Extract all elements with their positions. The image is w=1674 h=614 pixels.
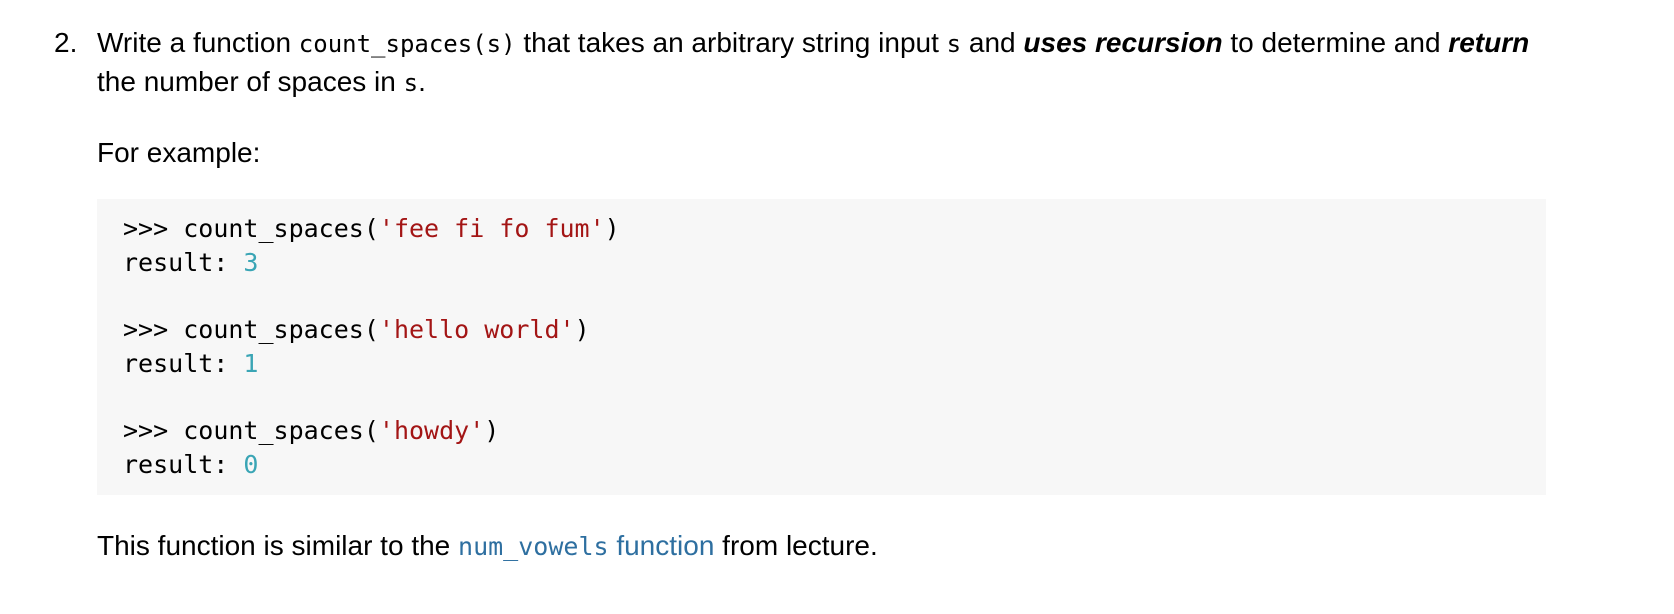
code-line: >>> count_spaces('howdy') — [123, 416, 500, 446]
problem-number: 2. — [54, 27, 78, 58]
example-label: For example: — [97, 137, 261, 168]
code-line: >>> count_spaces('fee fi fo fum') — [123, 214, 620, 243]
note-suffix: from lecture. — [714, 530, 878, 561]
code-line: result: 3 — [123, 247, 259, 277]
link-text[interactable]: function — [609, 530, 714, 561]
note-prefix: This function is similar to the — [97, 530, 459, 561]
statement-text: Write a function — [97, 27, 299, 58]
num-vowels-function-link[interactable]: num_vowels function — [458, 530, 714, 561]
param-name: s — [946, 30, 962, 58]
result-value: 1 — [243, 348, 259, 378]
link-code[interactable]: num_vowels — [458, 532, 609, 561]
statement-text: to determine and — [1222, 27, 1449, 58]
code-line: result: 1 — [123, 348, 259, 378]
string-literal: 'fee fi fo fum' — [378, 214, 605, 243]
statement-text: that takes an arbitrary string input — [515, 27, 947, 58]
problem-body: Write a function count_spaces(s) that ta… — [97, 24, 1547, 561]
param-name: s — [403, 69, 419, 97]
statement-text: the number of spaces in — [97, 66, 404, 97]
result-value: 3 — [243, 247, 259, 277]
code-line: result: 0 — [123, 449, 259, 479]
code-line: >>> count_spaces('hello world') — [123, 315, 590, 345]
string-literal: 'howdy' — [378, 416, 485, 446]
statement-text: and — [961, 27, 1024, 58]
problem-statement: Write a function count_spaces(s) that ta… — [97, 24, 1547, 102]
emphasis-return: return — [1448, 27, 1530, 58]
string-literal: 'hello world' — [378, 315, 575, 345]
note-text: This function is similar to the num_vowe… — [97, 527, 878, 565]
function-signature: count_spaces(s) — [298, 30, 516, 58]
example-code-block: >>> count_spaces('fee fi fo fum') result… — [97, 199, 1546, 495]
code-lines: >>> count_spaces('fee fi fo fum') result… — [123, 212, 620, 482]
statement-text: . — [418, 66, 426, 97]
result-value: 0 — [243, 449, 259, 479]
emphasis-uses-recursion: uses recursion — [1023, 27, 1223, 58]
